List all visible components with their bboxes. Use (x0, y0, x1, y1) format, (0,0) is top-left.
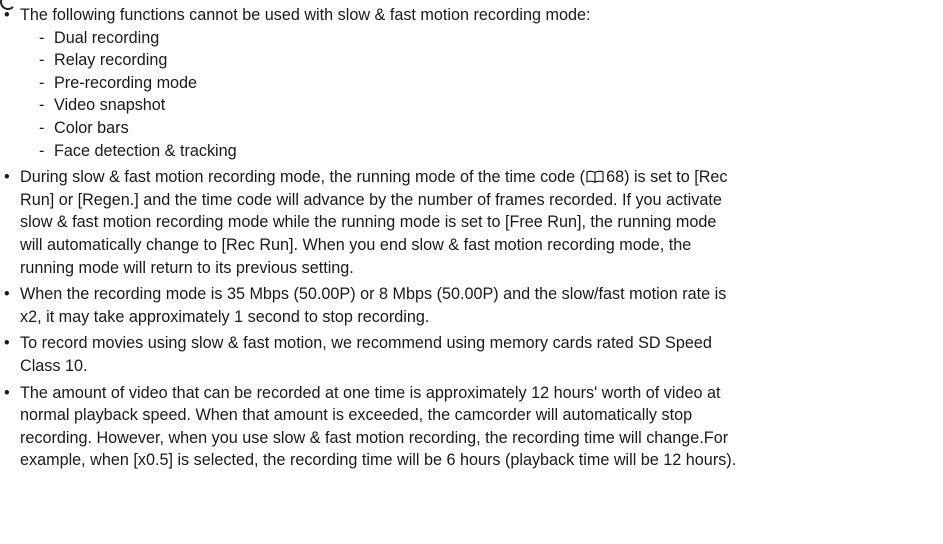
bullet-line: recording. However, when you use slow & … (20, 428, 729, 447)
bullet-time-code: • During slow & fast motion recording mo… (0, 166, 943, 279)
list-item: - Dual recording (20, 27, 943, 50)
bullet-marker: • (4, 285, 10, 304)
list-item: - Relay recording (20, 49, 943, 72)
unavailable-functions-list: - Dual recording - Relay recording - Pre… (20, 27, 943, 163)
dash-marker: - (39, 141, 45, 160)
bullet-text: During slow & fast motion recording mode… (20, 168, 586, 187)
list-item: - Pre-recording mode (20, 72, 943, 95)
book-icon (586, 170, 604, 183)
bullet-line: slow & fast motion recording mode while … (20, 213, 717, 232)
bullet-line: will automatically change to [Rec Run]. … (20, 235, 692, 254)
dash-marker: - (39, 118, 45, 137)
dash-marker: - (39, 51, 45, 70)
list-item-text: Face detection & tracking (54, 141, 237, 160)
bullet-marker: • (4, 334, 10, 353)
bullet-line: Class 10. (20, 356, 88, 375)
dash-marker: - (39, 73, 45, 92)
bullet-line: The amount of video that can be recorded… (20, 383, 721, 402)
list-item-text: Relay recording (54, 51, 168, 70)
bullet-marker: • (4, 383, 10, 402)
bullet-unavailable-functions: • The following functions cannot be used… (0, 4, 943, 162)
bullet-stop-recording: • When the recording mode is 35 Mbps (50… (0, 283, 943, 328)
bullet-recording-amount: • The amount of video that can be record… (0, 382, 943, 472)
bullet-line: To record movies using slow & fast motio… (20, 334, 712, 353)
bullet-line: When the recording mode is 35 Mbps (50.0… (20, 285, 727, 304)
dash-marker: - (39, 28, 45, 47)
bullet-line: x2, it may take approximately 1 second t… (20, 307, 430, 326)
list-item-text: Color bars (54, 118, 129, 137)
bullet-memory-card: • To record movies using slow & fast mot… (0, 332, 943, 377)
list-item: - Video snapshot (20, 94, 943, 117)
bullet-line: example, when [x0.5] is selected, the re… (20, 451, 737, 470)
list-item: - Face detection & tracking (20, 140, 943, 163)
notes-section: • The following functions cannot be used… (0, 4, 943, 476)
bullet-line: During slow & fast motion recording mode… (20, 166, 943, 189)
dash-marker: - (39, 96, 45, 115)
bullet-text: The following functions cannot be used w… (20, 6, 591, 24)
list-item-text: Dual recording (54, 28, 160, 47)
list-item: - Color bars (20, 117, 943, 140)
bullet-marker: • (4, 6, 10, 24)
bullet-line: Run] or [Regen.] and the time code will … (20, 190, 722, 209)
list-item-text: Pre-recording mode (54, 73, 198, 92)
list-item-text: Video snapshot (54, 96, 166, 115)
bullet-line: running mode will return to its previous… (20, 258, 354, 277)
bullet-text: ) is set to [Rec (624, 168, 728, 187)
page-reference-link[interactable]: 68 (606, 168, 624, 186)
bullet-marker: • (4, 168, 10, 187)
bullet-line: normal playback speed. When that amount … (20, 406, 693, 425)
